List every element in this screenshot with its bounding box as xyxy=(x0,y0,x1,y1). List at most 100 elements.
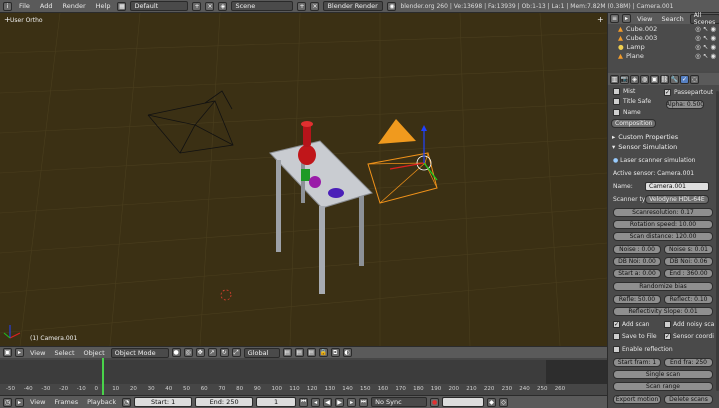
scene-select[interactable]: Scene xyxy=(231,1,294,11)
remove-screen-button[interactable]: × xyxy=(205,1,215,11)
title-safe-checkbox[interactable] xyxy=(613,98,620,105)
table-top[interactable] xyxy=(269,140,373,209)
scale-icon[interactable]: ⤢ xyxy=(231,348,241,357)
green-cube[interactable] xyxy=(301,169,310,181)
collapse-menu-icon[interactable]: ▸ xyxy=(622,14,631,23)
selected-camera[interactable] xyxy=(367,119,438,204)
single-scan-button[interactable]: Single scan xyxy=(613,370,713,379)
menu-view[interactable]: View xyxy=(27,398,48,406)
render-icon[interactable]: ◐ xyxy=(342,348,352,357)
layer-icon[interactable]: ▤ xyxy=(294,348,304,357)
screen-layout-select[interactable]: Default xyxy=(130,1,189,11)
keying-set-field[interactable] xyxy=(442,397,485,407)
noise-mu-slider[interactable]: Noise : 0.00 xyxy=(613,245,661,254)
menu-frames[interactable]: Frames xyxy=(51,398,81,406)
orientation-select[interactable]: Global xyxy=(243,347,280,358)
viewport-shading-icon[interactable]: ● xyxy=(171,348,181,357)
table-leg[interactable] xyxy=(319,206,325,294)
jump-start-icon[interactable]: ⏮ xyxy=(299,397,309,407)
menu-playback[interactable]: Playback xyxy=(84,398,119,406)
reflectivity-slope-slider[interactable]: Reflectivity Slope: 0.01 xyxy=(613,307,713,316)
delete-scans-button[interactable]: Delete scans xyxy=(664,395,713,404)
collapse-menu-icon[interactable]: ▸ xyxy=(15,397,24,407)
table-leg[interactable] xyxy=(276,160,281,252)
db-noise-sigma-slider[interactable]: DB Noi: 0.06 xyxy=(664,257,713,266)
menu-file[interactable]: File xyxy=(16,2,33,10)
jump-end-icon[interactable]: ⏭ xyxy=(359,397,369,407)
scene-tab-icon[interactable]: ◈ xyxy=(630,74,639,84)
menu-render[interactable]: Render xyxy=(59,2,88,10)
custom-properties-panel-header[interactable]: ▸ Custom Properties xyxy=(608,132,719,142)
purple-object[interactable] xyxy=(309,176,321,188)
menu-view[interactable]: View xyxy=(27,349,48,357)
visibility-icons[interactable]: ◎ ↖ ◉ xyxy=(695,52,716,60)
render-engine-select[interactable]: Blender Render xyxy=(323,1,384,11)
randomize-bias-button[interactable]: Randomize bias xyxy=(613,282,713,291)
outliner-editor[interactable]: ≡ ▸ View Search All Scenes ▲ Cube.002 ◎ … xyxy=(607,12,719,71)
menu-object[interactable]: Object xyxy=(81,349,108,357)
scan-range-button[interactable]: Scan range xyxy=(613,382,713,391)
menu-select[interactable]: Select xyxy=(51,349,77,357)
properties-toggle-icon[interactable]: + xyxy=(597,15,604,24)
add-screen-button[interactable]: + xyxy=(192,1,202,11)
menu-add[interactable]: Add xyxy=(37,2,56,10)
add-noisy-scan-checkbox[interactable] xyxy=(664,321,671,328)
mode-select[interactable]: Object Mode xyxy=(110,347,169,358)
add-scene-button[interactable]: + xyxy=(297,1,307,11)
next-keyframe-icon[interactable]: ▸ xyxy=(347,397,357,407)
record-icon[interactable]: ● xyxy=(430,397,440,407)
remove-scene-button[interactable]: × xyxy=(310,1,320,11)
scanner-type-select[interactable]: Velodyne HDL-64E xyxy=(645,195,709,204)
snap-icon[interactable]: ⧉ xyxy=(330,348,340,357)
toolshelf-toggle-icon[interactable]: + xyxy=(4,15,11,24)
list-item[interactable]: ▲ Cube.002 ◎ ↖ ◉ xyxy=(608,24,719,33)
save-to-file-checkbox[interactable] xyxy=(613,333,620,340)
editor-type-icon[interactable]: ▥ xyxy=(610,74,619,84)
lock-icon[interactable]: 🔒 xyxy=(318,348,328,357)
composition-guides-select[interactable]: Composition xyxy=(611,119,656,128)
end-frame-field[interactable]: End: 250 xyxy=(195,397,254,407)
world-tab-icon[interactable]: ◍ xyxy=(640,74,649,84)
sensor-simulation-panel-header[interactable]: ▾ Sensor Simulation xyxy=(608,142,719,152)
alpha-slider[interactable]: Alpha: 0.500 xyxy=(666,100,704,109)
menu-view[interactable]: View xyxy=(634,15,655,23)
3d-viewport[interactable]: User Ortho (1) Camera.001 + + xyxy=(0,13,607,346)
name-checkbox[interactable] xyxy=(613,109,620,116)
3d-cursor[interactable] xyxy=(220,289,232,301)
rotate-icon[interactable]: ↻ xyxy=(219,348,229,357)
physics-tab-icon[interactable]: ◌ xyxy=(690,74,699,84)
passepartout-checkbox[interactable]: ✓ xyxy=(664,89,671,96)
modifiers-tab-icon[interactable]: 🔧 xyxy=(670,74,679,84)
list-item[interactable]: ● Lamp ◎ ↖ ◉ xyxy=(608,42,719,51)
table-leg[interactable] xyxy=(359,196,364,266)
object-tab-icon[interactable]: ▣ xyxy=(650,74,659,84)
list-item[interactable]: ▲ Plane ◎ ↖ ◉ xyxy=(608,51,719,60)
manipulator-toggle-icon[interactable]: ✥ xyxy=(195,348,205,357)
render-tab-icon[interactable]: 📷 xyxy=(620,74,629,84)
editor-type-icon[interactable]: ≡ xyxy=(610,14,619,23)
current-frame-field[interactable]: 1 xyxy=(256,397,297,407)
layer-icon[interactable]: ▤ xyxy=(282,348,292,357)
prev-keyframe-icon[interactable]: ◂ xyxy=(311,397,321,407)
constraints-tab-icon[interactable]: ⛓ xyxy=(660,74,669,84)
play-reverse-icon[interactable]: ◀ xyxy=(323,397,333,407)
visibility-icons[interactable]: ◎ ↖ ◉ xyxy=(695,25,716,33)
start-frame-field[interactable]: Start: 1 xyxy=(134,397,193,407)
enable-reflection-checkbox[interactable] xyxy=(613,346,620,353)
editor-type-icon[interactable]: ▣ xyxy=(3,348,12,357)
timeline-editor[interactable]: -50 -40 -30 -20 -10 0 10 20 30 40 50 60 70 80 90 100 110… xyxy=(0,358,607,395)
start-angle-slider[interactable]: Start a: 0.00 xyxy=(613,269,661,278)
end-frame-slider[interactable]: End fra: 250 xyxy=(664,358,713,367)
sensor-coordinates-checkbox[interactable]: ✓ xyxy=(664,333,671,340)
data-tab-icon[interactable]: ✓ xyxy=(680,74,689,84)
scene-icon[interactable]: ◈ xyxy=(218,1,228,11)
play-icon[interactable]: ▶ xyxy=(335,397,345,407)
list-item[interactable]: ▲ Cube.003 ◎ ↖ ◉ xyxy=(608,33,719,42)
editor-type-icon[interactable]: i xyxy=(3,1,12,11)
db-noise-mu-slider[interactable]: DB Noi: 0.00 xyxy=(613,257,661,266)
blue-object[interactable] xyxy=(328,188,344,198)
layer-icon[interactable]: ▤ xyxy=(306,348,316,357)
scan-distance-slider[interactable]: Scan distance: 120.00 xyxy=(613,232,713,241)
collapse-menu-icon[interactable]: ▸ xyxy=(15,348,24,357)
add-scan-checkbox[interactable]: ✓ xyxy=(613,321,620,328)
